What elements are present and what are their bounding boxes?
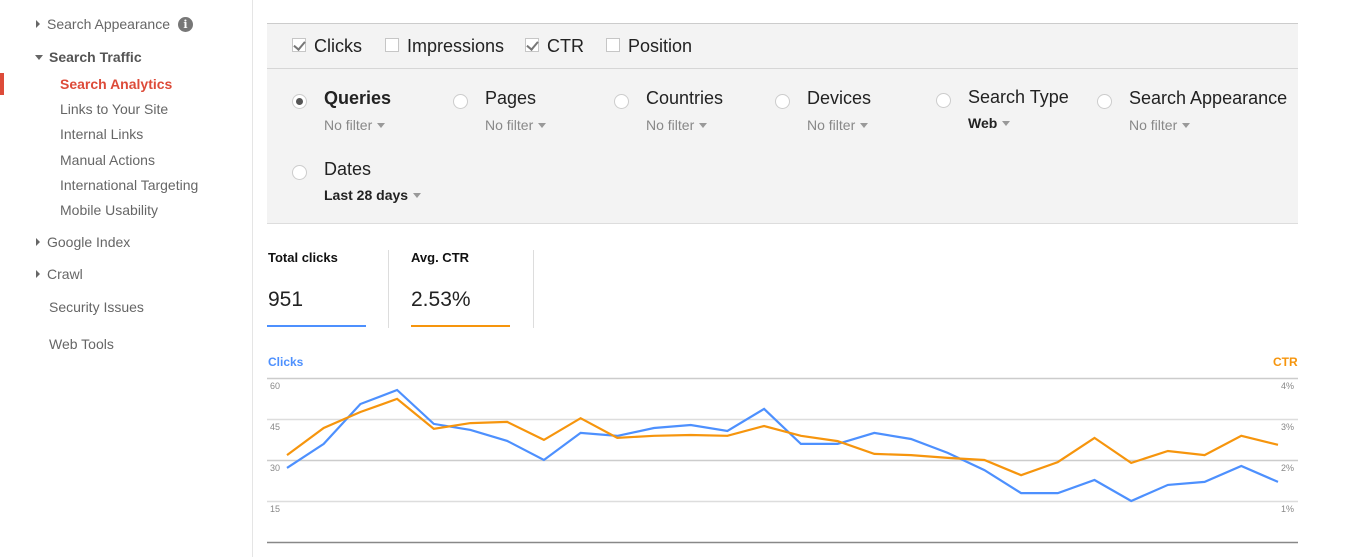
data-point-clicks[interactable] [394, 387, 400, 393]
data-point-ctr[interactable] [1092, 435, 1098, 441]
data-point-ctr[interactable] [1202, 452, 1208, 458]
data-point-clicks[interactable] [1018, 490, 1024, 496]
data-point-clicks[interactable] [284, 465, 290, 471]
data-point-clicks[interactable] [871, 430, 877, 436]
data-point-ctr[interactable] [578, 415, 584, 421]
data-point-ctr[interactable] [1238, 433, 1244, 439]
data-point-ctr[interactable] [871, 451, 877, 457]
data-point-ctr[interactable] [1165, 448, 1171, 454]
data-point-ctr[interactable] [321, 425, 327, 431]
data-point-clicks[interactable] [981, 467, 987, 473]
data-point-ctr[interactable] [504, 419, 510, 425]
data-point-ctr[interactable] [981, 457, 987, 463]
data-point-ctr[interactable] [1128, 460, 1134, 466]
data-point-clicks[interactable] [688, 422, 694, 428]
data-point-clicks[interactable] [578, 430, 584, 436]
data-point-clicks[interactable] [1055, 490, 1061, 496]
data-point-ctr[interactable] [761, 423, 767, 429]
line-chart [267, 377, 1298, 544]
data-point-ctr[interactable] [468, 420, 474, 426]
data-point-ctr[interactable] [1018, 472, 1024, 478]
data-point-ctr[interactable] [1055, 459, 1061, 465]
data-point-clicks[interactable] [504, 438, 510, 444]
data-point-clicks[interactable] [357, 401, 363, 407]
data-point-ctr[interactable] [724, 433, 730, 439]
data-point-clicks[interactable] [321, 441, 327, 447]
data-point-ctr[interactable] [614, 435, 620, 441]
data-point-clicks[interactable] [908, 436, 914, 442]
data-point-clicks[interactable] [761, 406, 767, 412]
data-point-clicks[interactable] [651, 425, 657, 431]
data-point-clicks[interactable] [1275, 479, 1281, 485]
data-point-ctr[interactable] [1275, 442, 1281, 448]
data-point-clicks[interactable] [1238, 463, 1244, 469]
data-point-clicks[interactable] [1128, 498, 1134, 504]
data-point-ctr[interactable] [835, 438, 841, 444]
data-point-ctr[interactable] [908, 452, 914, 458]
data-point-clicks[interactable] [798, 441, 804, 447]
data-point-clicks[interactable] [468, 427, 474, 433]
data-point-ctr[interactable] [651, 433, 657, 439]
data-point-ctr[interactable] [945, 455, 951, 461]
data-point-ctr[interactable] [357, 409, 363, 415]
data-point-ctr[interactable] [431, 426, 437, 432]
series-line-clicks [286, 388, 1279, 503]
data-point-clicks[interactable] [1092, 477, 1098, 483]
data-point-ctr[interactable] [798, 433, 804, 439]
data-point-clicks[interactable] [541, 457, 547, 463]
data-point-ctr[interactable] [284, 452, 290, 458]
data-point-clicks[interactable] [1165, 482, 1171, 488]
data-point-ctr[interactable] [541, 437, 547, 443]
data-point-ctr[interactable] [394, 396, 400, 402]
data-point-ctr[interactable] [688, 432, 694, 438]
data-point-clicks[interactable] [1202, 479, 1208, 485]
